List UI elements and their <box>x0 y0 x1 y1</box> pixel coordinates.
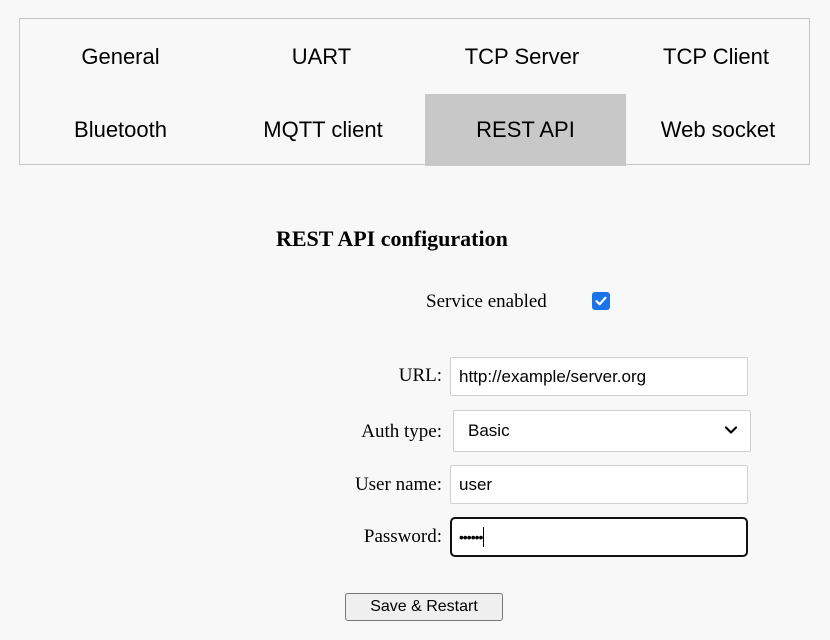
auth-type-value: Basic <box>468 421 510 440</box>
tab-tcp-server[interactable]: TCP Server <box>422 21 622 93</box>
save-restart-button[interactable]: Save & Restart <box>345 593 503 621</box>
tab-mqtt-client[interactable]: MQTT client <box>221 94 425 166</box>
url-label: URL: <box>398 365 442 386</box>
tab-general[interactable]: General <box>20 21 221 93</box>
username-input[interactable]: user <box>450 465 748 504</box>
tab-uart[interactable]: UART <box>221 21 422 93</box>
tab-bar: General UART TCP Server TCP Client Bluet… <box>19 18 810 166</box>
text-caret <box>483 527 485 547</box>
tab-web-socket[interactable]: Web socket <box>626 94 810 166</box>
username-label: User name: <box>354 474 442 495</box>
service-enabled-label: Service enabled <box>426 291 547 312</box>
password-value: •••••• <box>459 529 483 545</box>
service-enabled-checkbox[interactable] <box>592 292 610 310</box>
password-input[interactable]: •••••• <box>450 517 748 557</box>
chevron-down-icon <box>724 426 738 434</box>
auth-type-select[interactable]: Basic <box>453 410 751 452</box>
auth-type-label: Auth type: <box>361 421 442 442</box>
checkmark-icon <box>595 296 607 306</box>
url-input[interactable]: http://example/server.org <box>450 357 748 396</box>
tab-bluetooth[interactable]: Bluetooth <box>20 94 221 166</box>
page-title: REST API configuration <box>276 226 508 251</box>
tab-tcp-client[interactable]: TCP Client <box>622 21 810 93</box>
password-label: Password: <box>363 526 442 547</box>
tab-rest-api[interactable]: REST API <box>425 94 626 166</box>
